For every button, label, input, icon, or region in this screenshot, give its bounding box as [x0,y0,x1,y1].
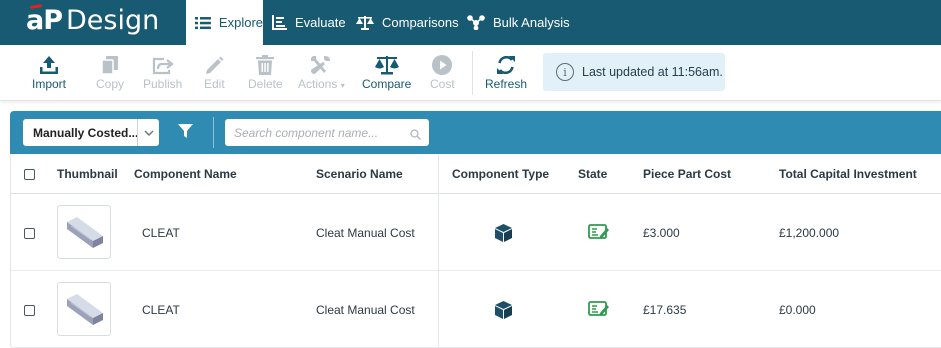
refresh-button[interactable]: Refresh [485,53,527,91]
row-checkbox[interactable] [24,228,35,239]
piece-part-cost: £17.635 [643,303,687,317]
view-select-value: Manually Costed... [33,125,139,140]
scenario-name: Cleat Manual Cost [316,226,415,240]
app-logo[interactable]: aP Design [26,5,159,39]
product-name: Design [66,5,160,36]
cost-button[interactable]: Cost [430,53,455,91]
chevron-down-icon [137,119,159,146]
tab-evaluate-label: Evaluate [295,15,346,30]
tab-bulk-analysis-label: Bulk Analysis [493,15,570,30]
table-header: Thumbnail Component Name Scenario Name C… [11,154,941,194]
search-icon [410,127,421,145]
scenario-name: Cleat Manual Cost [316,303,415,317]
column-header-total-capital-investment[interactable]: Total Capital Investment [779,167,917,181]
compare-label: Compare [362,77,412,91]
tab-bulk-analysis[interactable]: Bulk Analysis [467,0,570,45]
scale-icon [356,16,374,30]
total-capital-investment: £0.000 [779,303,816,317]
table-row[interactable]: CLEAT Cleat Manual Cost £3.000 £1,200.00… [11,194,941,271]
delete-button[interactable]: Delete [248,53,283,91]
upload-icon [40,56,58,74]
cube-icon [495,301,512,324]
copy-icon [101,56,118,75]
column-header-component-name[interactable]: Component Name [134,167,237,181]
column-header-piece-part-cost[interactable]: Piece Part Cost [643,167,731,181]
component-thumbnail [57,205,111,259]
info-icon: i [556,63,574,81]
last-updated-text: Last updated at 11:56am. [582,65,723,79]
manual-cost-icon [588,224,610,245]
column-header-state[interactable]: State [578,167,607,181]
search-input[interactable] [225,119,429,146]
piece-part-cost: £3.000 [643,226,680,240]
actions-button[interactable]: Actions ▾ [298,53,345,91]
manual-cost-icon [588,301,610,322]
tab-comparisons-label: Comparisons [382,15,459,30]
refresh-label: Refresh [485,77,528,91]
edit-label: Edit [204,77,225,91]
trash-icon [256,55,275,75]
tab-evaluate[interactable]: Evaluate [272,0,346,45]
compare-button[interactable]: Compare [362,53,411,91]
scale-icon [374,56,399,75]
molecule-icon [467,15,485,30]
tools-icon [311,56,331,74]
column-divider [438,154,439,347]
import-label: Import [32,77,67,91]
table-row[interactable]: CLEAT Cleat Manual Cost £17.635 £0.000 [11,271,941,348]
cube-icon [495,224,512,247]
copy-button[interactable]: Copy [96,53,124,91]
tab-comparisons[interactable]: Comparisons [356,0,459,45]
tab-explore-label: Explore [218,15,263,30]
component-name[interactable]: CLEAT [142,303,180,317]
filter-divider [213,117,214,148]
play-icon [432,55,453,75]
select-all-checkbox[interactable] [24,169,35,180]
filter-icon[interactable] [178,124,193,143]
component-thumbnail [57,282,111,336]
cost-label: Cost [430,77,455,91]
last-updated-banner: i Last updated at 11:56am. [543,53,725,91]
row-checkbox[interactable] [24,305,35,316]
publish-label: Publish [143,77,183,91]
share-icon [152,57,174,75]
filter-bar: Manually Costed... [10,111,941,154]
column-header-thumbnail[interactable]: Thumbnail [57,167,118,181]
copy-label: Copy [96,77,125,91]
chart-icon [272,15,287,30]
top-nav: aP Design Explore Evaluate Comparisons Bu… [0,0,941,45]
component-name[interactable]: CLEAT [142,226,180,240]
column-header-scenario-name[interactable]: Scenario Name [316,167,403,181]
list-icon [195,16,211,29]
refresh-icon [497,55,516,75]
actions-label: Actions ▾ [298,77,345,91]
toolbar: Import Copy Publish Edit Delete Actions … [0,45,941,101]
caret-down-icon: ▾ [340,81,345,90]
components-table: Thumbnail Component Name Scenario Name C… [10,154,941,348]
delete-label: Delete [248,77,283,91]
publish-button[interactable]: Publish [143,53,182,91]
column-header-component-type[interactable]: Component Type [452,167,549,181]
edit-button[interactable]: Edit [204,53,225,91]
total-capital-investment: £1,200.000 [779,226,840,240]
view-select[interactable]: Manually Costed... [23,119,159,146]
import-button[interactable]: Import [32,53,66,91]
toolbar-divider [472,51,473,95]
tab-explore[interactable]: Explore [186,0,263,45]
pencil-icon [205,56,224,74]
brand-logo: aP [26,5,63,36]
